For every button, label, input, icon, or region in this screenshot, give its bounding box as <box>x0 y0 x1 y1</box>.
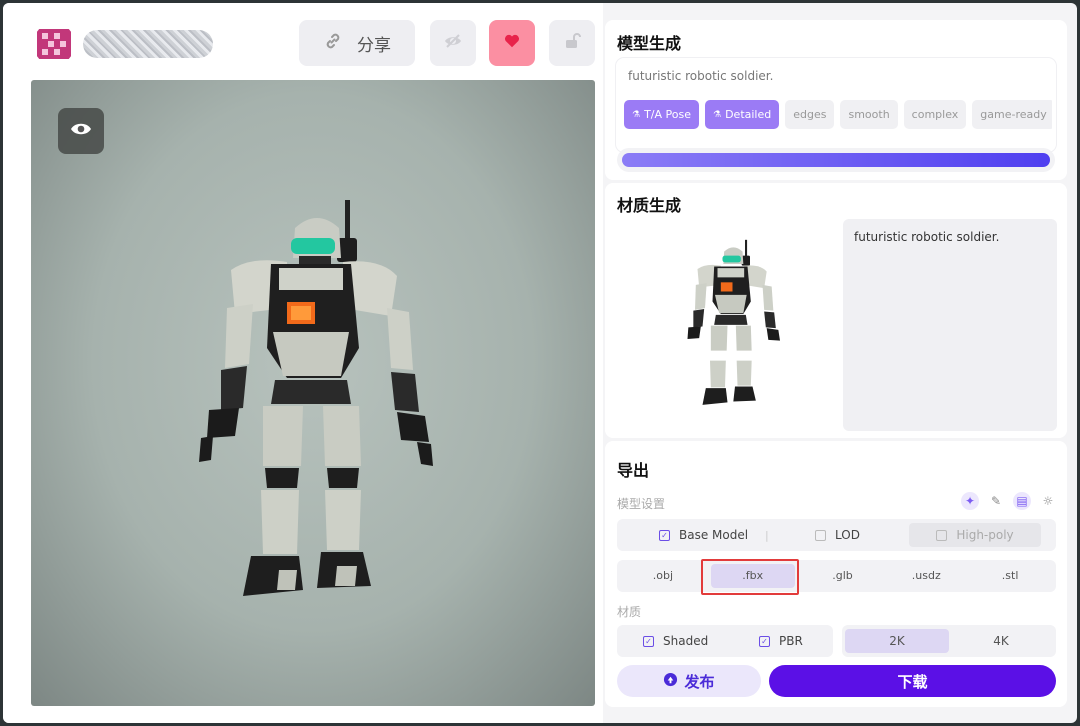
model-options-row: ✓ Base Model | ✓ LOD ✓ High-poly <box>617 519 1056 551</box>
download-button[interactable]: 下载 <box>769 665 1056 697</box>
option-pbr[interactable]: ✓ PBR <box>759 634 803 648</box>
publish-icon <box>663 672 678 691</box>
flask-icon: ⚗ <box>713 109 722 120</box>
option-lod[interactable]: ✓ LOD <box>815 528 909 542</box>
material-generation-panel: 材质生成 futuristic robotic soldier. <box>605 183 1067 438</box>
export-toolbar: ✦ ✎ ▤ ☼ <box>961 492 1057 510</box>
avatar[interactable] <box>33 23 75 65</box>
progress-fill <box>622 153 1050 167</box>
viewer-column: 分享 <box>3 3 603 723</box>
app-window: 分享 模型生成 futuristic robotic soldier. ⚗ T/… <box>3 3 1077 723</box>
tag-smooth[interactable]: smooth <box>840 100 898 129</box>
lock-toggle-button[interactable] <box>549 20 595 66</box>
share-button[interactable]: 分享 <box>299 20 415 66</box>
material-label: 材质 <box>617 605 642 619</box>
checkbox-unchecked-icon: ✓ <box>936 529 948 541</box>
tag-game-ready[interactable]: game-ready <box>972 100 1052 129</box>
robot-model-render <box>191 198 451 622</box>
model-settings-label: 模型设置 <box>617 497 666 511</box>
link-icon <box>323 31 343 56</box>
share-label: 分享 <box>357 35 391 56</box>
sun-icon[interactable]: ☼ <box>1039 492 1057 510</box>
pencil-icon[interactable]: ✎ <box>987 492 1005 510</box>
tag-detailed[interactable]: ⚗ Detailed <box>705 100 780 129</box>
tag-ta-pose[interactable]: ⚗ T/A Pose <box>624 100 699 129</box>
eye-off-icon <box>443 31 463 55</box>
visibility-toggle-button[interactable] <box>430 20 476 66</box>
material-options-row: ✓ Shaded ✓ PBR <box>617 625 833 657</box>
publish-button[interactable]: 发布 <box>617 665 761 697</box>
checkbox-checked-icon: ✓ <box>659 529 670 541</box>
generation-progress-bar <box>617 148 1055 172</box>
material-prompt-text[interactable]: futuristic robotic soldier. <box>843 219 1057 431</box>
option-high-poly[interactable]: ✓ High-poly <box>909 523 1041 547</box>
unlock-icon <box>562 31 582 55</box>
flask-icon: ⚗ <box>632 109 641 120</box>
resolution-selector: 2K 4K <box>842 625 1056 657</box>
model-prompt-box[interactable]: futuristic robotic soldier. ⚗ T/A Pose ⚗… <box>616 58 1056 152</box>
format-obj[interactable]: .obj <box>621 564 705 588</box>
format-usdz[interactable]: .usdz <box>884 564 968 588</box>
like-button[interactable] <box>489 20 535 66</box>
resolution-4k[interactable]: 4K <box>949 629 1053 653</box>
eye-icon <box>70 121 92 141</box>
viewer-visibility-button[interactable] <box>58 108 104 154</box>
export-panel: 导出 模型设置 ✦ ✎ ▤ ☼ ✓ Base Model | ✓ LOD ✓ H… <box>605 441 1067 707</box>
option-base-model[interactable]: ✓ Base Model <box>659 528 765 542</box>
sparkle-icon[interactable]: ✦ <box>961 492 979 510</box>
checkbox-unchecked-icon: ✓ <box>815 529 826 541</box>
tag-list: ⚗ T/A Pose ⚗ Detailed edges smooth compl… <box>624 100 1052 130</box>
checkbox-checked-icon: ✓ <box>643 635 654 647</box>
material-preview-image[interactable] <box>680 239 790 418</box>
texture-icon[interactable]: ▤ <box>1013 492 1031 510</box>
divider: | <box>765 528 769 542</box>
model-prompt-text: futuristic robotic soldier. <box>628 69 774 83</box>
export-title: 导出 <box>617 461 650 480</box>
3d-model-viewport[interactable] <box>31 80 595 706</box>
tag-complex[interactable]: complex <box>903 100 967 129</box>
material-generation-title: 材质生成 <box>617 196 682 215</box>
resolution-2k[interactable]: 2K <box>845 629 949 653</box>
checkbox-checked-icon: ✓ <box>759 635 770 647</box>
heart-icon <box>503 32 521 54</box>
format-glb[interactable]: .glb <box>801 564 885 588</box>
model-generation-title: 模型生成 <box>617 34 682 53</box>
model-generation-panel: 模型生成 futuristic robotic soldier. ⚗ T/A P… <box>605 20 1067 180</box>
username-blurred <box>83 30 213 58</box>
format-stl[interactable]: .stl <box>968 564 1052 588</box>
option-shaded[interactable]: ✓ Shaded <box>643 634 759 648</box>
tag-edges[interactable]: edges <box>785 100 835 129</box>
format-fbx[interactable]: .fbx <box>710 564 795 588</box>
format-selector: .obj .fbx .glb .usdz .stl <box>617 560 1056 592</box>
